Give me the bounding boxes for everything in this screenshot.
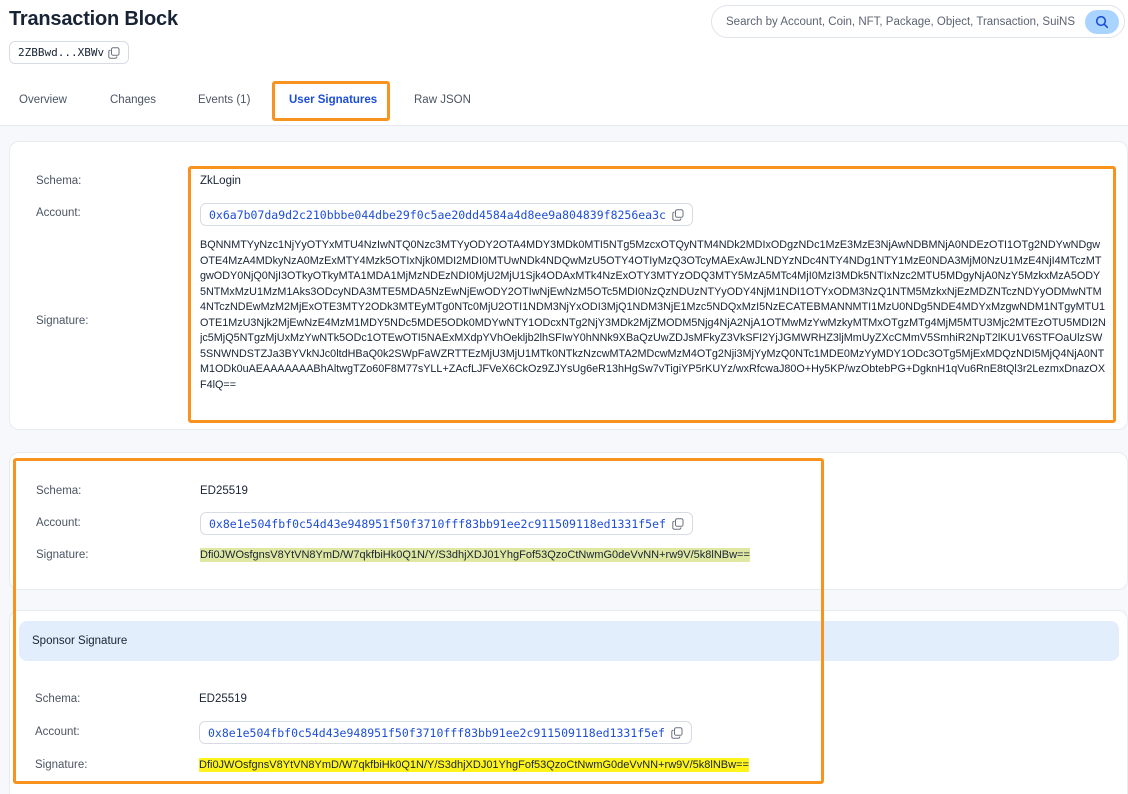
schema-label: Schema: bbox=[35, 693, 81, 705]
search-icon bbox=[1095, 15, 1109, 29]
copy-icon[interactable] bbox=[671, 726, 683, 739]
copy-icon[interactable] bbox=[672, 208, 684, 221]
sponsor-signature-header: Sponsor Signature bbox=[19, 621, 1119, 661]
signature-card-zklogin: Schema: ZkLogin Account: 0x6a7b07da9d2c2… bbox=[9, 141, 1128, 430]
search-box[interactable] bbox=[711, 5, 1125, 38]
copy-icon[interactable] bbox=[672, 517, 684, 530]
account-address[interactable]: 0x8e1e504fbf0c54d43e948951f50f3710fff83b… bbox=[209, 517, 666, 531]
account-label: Account: bbox=[36, 207, 81, 219]
tab-raw-json[interactable]: Raw JSON bbox=[414, 94, 471, 106]
account-label: Account: bbox=[35, 726, 80, 738]
signature-value: BQNNMTYyNzc1NjYyOTYxMTU4NzIwNTQ0Nzc3MTYy… bbox=[200, 239, 1106, 391]
schema-label: Schema: bbox=[36, 175, 82, 187]
account-chip[interactable]: 0x8e1e504fbf0c54d43e948951f50f3710fff83b… bbox=[200, 512, 693, 535]
sponsor-schema-value: ED25519 bbox=[199, 693, 247, 705]
account-label: Account: bbox=[36, 517, 81, 529]
search-button[interactable] bbox=[1085, 10, 1119, 34]
search-input[interactable] bbox=[726, 15, 1086, 28]
sponsor-account-address[interactable]: 0x8e1e504fbf0c54d43e948951f50f3710fff83b… bbox=[208, 726, 665, 740]
signature-value: Dfi0JWOsfgnsV8YtVN8YmD/W7qkfbiHk0Q1N/Y/S… bbox=[200, 548, 750, 562]
tab-bar: Overview Changes Events (1) User Signatu… bbox=[0, 82, 1128, 126]
schema-value: ZkLogin bbox=[200, 175, 241, 187]
signature-label: Signature: bbox=[35, 759, 88, 771]
signature-card-ed25519: Schema: ED25519 Account: 0x8e1e504fbf0c5… bbox=[9, 452, 1128, 590]
tab-highlight-box bbox=[272, 81, 390, 121]
transaction-digest: 2ZBBwd...XBWv bbox=[18, 46, 105, 59]
page-header: Transaction Block 2ZBBwd...XBWv Overview… bbox=[0, 0, 1128, 126]
schema-value: ED25519 bbox=[200, 485, 248, 497]
sponsor-account-chip[interactable]: 0x8e1e504fbf0c54d43e948951f50f3710fff83b… bbox=[199, 721, 692, 744]
page-title: Transaction Block bbox=[9, 8, 178, 30]
tab-changes[interactable]: Changes bbox=[110, 94, 156, 106]
schema-label: Schema: bbox=[36, 485, 82, 497]
sponsor-signature-value: Dfi0JWOsfgnsV8YtVN8YmD/W7qkfbiHk0Q1N/Y/S… bbox=[199, 758, 749, 772]
tab-overview[interactable]: Overview bbox=[19, 94, 67, 106]
copy-icon[interactable] bbox=[108, 46, 120, 59]
tab-events[interactable]: Events (1) bbox=[198, 94, 250, 106]
signature-label: Signature: bbox=[36, 315, 89, 327]
account-chip[interactable]: 0x6a7b07da9d2c210bbbe044dbe29f0c5ae20dd4… bbox=[200, 203, 693, 226]
signature-label: Signature: bbox=[36, 549, 89, 561]
transaction-digest-chip[interactable]: 2ZBBwd...XBWv bbox=[9, 41, 130, 64]
account-address[interactable]: 0x6a7b07da9d2c210bbbe044dbe29f0c5ae20dd4… bbox=[209, 208, 666, 222]
